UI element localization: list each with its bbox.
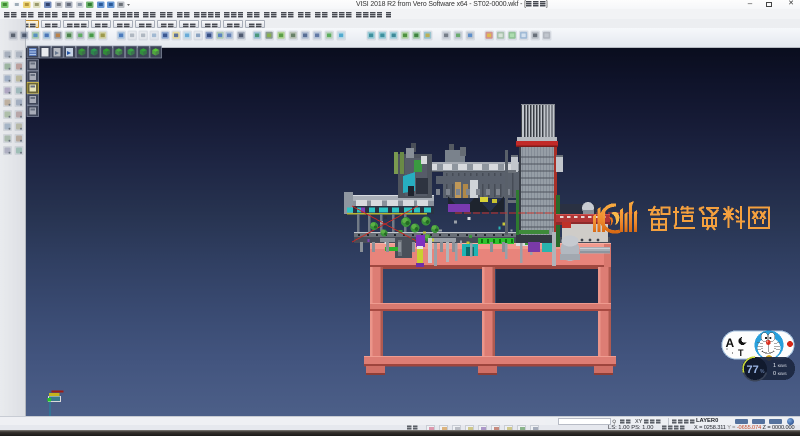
svg-text:%: % xyxy=(760,369,765,375)
svg-text:A: A xyxy=(726,336,735,350)
svg-text:T: T xyxy=(738,348,744,358)
svg-text:77: 77 xyxy=(747,364,759,376)
